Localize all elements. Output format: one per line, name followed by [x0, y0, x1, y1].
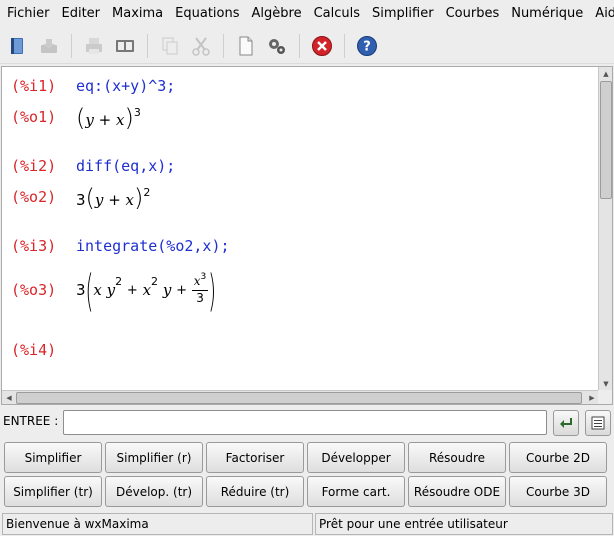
history-button[interactable] — [585, 410, 611, 436]
menu-editer[interactable]: Editer — [58, 6, 105, 21]
input-text[interactable]: integrate(%o2,x); — [76, 237, 230, 255]
worksheet[interactable]: (%i1) eq:(x+y)^3; (%o1) (y + x)3 (%i2) d… — [1, 66, 613, 405]
enter-button[interactable] — [553, 410, 579, 436]
entry-label: ENTREE : — [3, 414, 59, 428]
menubar: Fichier Editer Maxima Equations Algèbre … — [0, 0, 614, 26]
new-document-icon[interactable] — [233, 33, 259, 59]
horizontal-scrollbar[interactable]: ◀ ▶ — [2, 390, 599, 404]
input-label: (%i2) — [11, 157, 57, 175]
menu-numerique[interactable]: Numérique — [507, 6, 587, 21]
toolbar-separator — [71, 33, 72, 58]
cut-icon[interactable] — [188, 33, 214, 59]
status-left: Bienvenue à wxMaxima — [2, 513, 313, 535]
copy-icon[interactable] — [157, 33, 183, 59]
output-label: (%o3) — [11, 281, 57, 299]
menu-calculs[interactable]: Calculs — [310, 6, 364, 21]
print-icon[interactable] — [81, 33, 107, 59]
menu-aide[interactable]: Aide — [591, 6, 614, 21]
forme-cart-button[interactable]: Forme cart. — [307, 476, 405, 507]
output-math: (y + x)3 — [76, 104, 141, 132]
reduire-tr-button[interactable]: Réduire (tr) — [206, 476, 304, 507]
factoriser-button[interactable]: Factoriser — [206, 442, 304, 473]
simplifier-button[interactable]: Simplifier — [4, 442, 102, 473]
scroll-up-icon[interactable]: ▲ — [600, 68, 612, 80]
output-label: (%o2) — [11, 188, 57, 206]
toolbar-separator — [299, 33, 300, 58]
courbe-3d-button[interactable]: Courbe 3D — [509, 476, 607, 507]
develop-tr-button[interactable]: Dévelop. (tr) — [105, 476, 203, 507]
fraction: x3 3 — [191, 271, 209, 305]
menu-fichier[interactable]: Fichier — [3, 6, 54, 21]
output-math: 3(y + x)2 — [76, 184, 151, 212]
configure-icon[interactable] — [264, 33, 290, 59]
developper-button[interactable]: Développer — [307, 442, 405, 473]
list-icon — [591, 416, 605, 430]
menu-equations[interactable]: Equations — [171, 6, 243, 21]
horizontal-scroll-thumb[interactable] — [16, 392, 582, 404]
courbe-2d-button[interactable]: Courbe 2D — [509, 442, 607, 473]
scroll-down-icon[interactable]: ▼ — [600, 378, 612, 390]
simplifier-r-button[interactable]: Simplifier (r) — [105, 442, 203, 473]
menu-algebre[interactable]: Algèbre — [248, 6, 306, 21]
worksheet-content[interactable]: (%i1) eq:(x+y)^3; (%o1) (y + x)3 (%i2) d… — [2, 67, 599, 391]
simplifier-tr-button[interactable]: Simplifier (tr) — [4, 476, 102, 507]
resoudre-ode-button[interactable]: Résoudre ODE — [408, 476, 506, 507]
help-icon[interactable]: ? — [354, 33, 380, 59]
toolbar: ? — [0, 28, 614, 64]
output-label: (%o1) — [11, 108, 57, 126]
open-book-icon[interactable] — [5, 33, 31, 59]
input-label: (%i1) — [11, 77, 57, 95]
entry-input[interactable] — [63, 410, 547, 435]
toolbar-separator — [147, 33, 148, 58]
scroll-right-icon[interactable]: ▶ — [586, 392, 598, 404]
status-right: Prêt pour une entrée utilisateur — [315, 513, 613, 535]
save-icon[interactable] — [36, 33, 62, 59]
resoudre-button[interactable]: Résoudre — [408, 442, 506, 473]
input-text[interactable]: eq:(x+y)^3; — [76, 77, 175, 95]
vertical-scrollbar[interactable]: ▲ ▼ — [598, 67, 612, 391]
interrupt-icon[interactable] — [309, 33, 335, 59]
input-label: (%i3) — [11, 237, 57, 255]
input-text[interactable]: diff(eq,x); — [76, 157, 175, 175]
scroll-left-icon[interactable]: ◀ — [3, 392, 15, 404]
output-math: 3 ( x y2 + x2 y + x3 3 ) — [76, 263, 217, 317]
scrollbar-corner — [598, 390, 612, 404]
menu-courbes[interactable]: Courbes — [442, 6, 504, 21]
menu-simplifier[interactable]: Simplifier — [368, 6, 438, 21]
enter-arrow-icon — [560, 418, 572, 428]
svg-text:?: ? — [363, 39, 371, 54]
input-label: (%i4) — [11, 341, 57, 359]
toolbar-separator — [223, 33, 224, 58]
toolbar-separator — [344, 33, 345, 58]
vertical-scroll-thumb[interactable] — [600, 81, 612, 199]
print-preview-icon[interactable] — [112, 33, 138, 59]
menu-maxima[interactable]: Maxima — [108, 6, 167, 21]
